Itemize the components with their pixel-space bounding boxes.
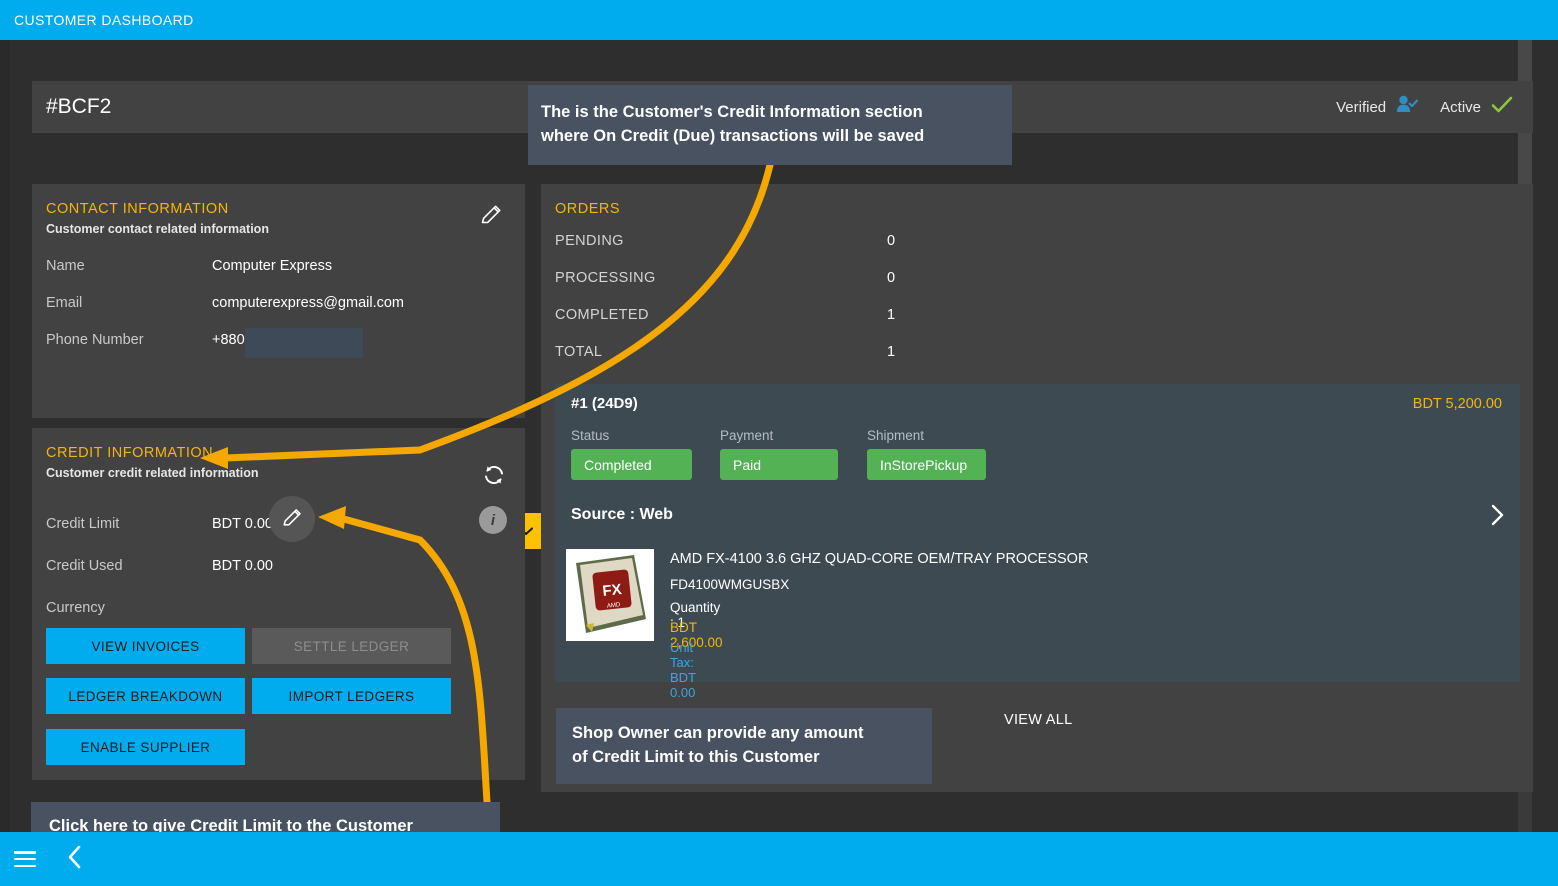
credit-currency-label: Currency bbox=[46, 600, 105, 616]
order-shipment-label: Shipment bbox=[867, 428, 925, 443]
product-name: AMD FX-4100 3.6 GHZ QUAD-CORE OEM/TRAY P… bbox=[670, 551, 1089, 567]
contact-email-label: Email bbox=[46, 295, 83, 311]
check-icon bbox=[1491, 95, 1513, 119]
enable-supplier-button[interactable]: ENABLE SUPPLIER bbox=[46, 729, 245, 765]
orders-completed-value: 1 bbox=[887, 307, 896, 323]
refresh-icon[interactable] bbox=[481, 462, 507, 488]
chevron-left-icon[interactable] bbox=[66, 844, 84, 875]
contact-phone-label: Phone Number bbox=[46, 332, 144, 348]
callout-credit-section: The is the Customer's Credit Information… bbox=[528, 85, 1012, 165]
view-invoices-button[interactable]: VIEW INVOICES bbox=[46, 628, 245, 664]
contact-name-label: Name bbox=[46, 258, 85, 274]
active-label: Active bbox=[1440, 98, 1481, 116]
credit-used-label: Credit Used bbox=[46, 558, 123, 574]
import-ledgers-label: IMPORT LEDGERS bbox=[288, 688, 415, 704]
order-amount: BDT 5,200.00 bbox=[1412, 396, 1502, 412]
hamburger-menu-icon[interactable] bbox=[14, 851, 36, 867]
order-payment-badge: Paid bbox=[720, 449, 838, 480]
orders-processing-label: PROCESSING bbox=[555, 270, 656, 286]
app-top-bar: CUSTOMER DASHBOARD bbox=[0, 0, 1558, 40]
settle-ledger-button: SETTLE LEDGER bbox=[252, 628, 451, 664]
app-bottom-bar bbox=[0, 832, 1558, 886]
product-thumbnail: FX AMD bbox=[566, 549, 654, 641]
order-number: #1 (24D9) bbox=[571, 395, 638, 412]
orders-pending-value: 0 bbox=[887, 233, 896, 249]
contact-phone-value: +880 bbox=[212, 332, 245, 348]
credit-information-card: CREDIT INFORMATION Customer credit relat… bbox=[32, 428, 525, 780]
order-payment-label: Payment bbox=[720, 428, 774, 443]
contact-information-title: CONTACT INFORMATION bbox=[46, 201, 229, 217]
enable-supplier-label: ENABLE SUPPLIER bbox=[80, 739, 211, 755]
view-invoices-label: VIEW INVOICES bbox=[91, 638, 200, 654]
verified-status: Verified bbox=[1336, 95, 1419, 119]
order-source: Source : Web bbox=[571, 506, 673, 523]
left-edge-strip bbox=[0, 40, 10, 832]
customer-id: #BCF2 bbox=[46, 95, 112, 118]
svg-text:FX: FX bbox=[602, 581, 623, 600]
pencil-icon bbox=[281, 506, 303, 533]
order-summary-box[interactable]: #1 (24D9) BDT 5,200.00 Status Payment Sh… bbox=[555, 384, 1520, 700]
import-ledgers-button[interactable]: IMPORT LEDGERS bbox=[252, 678, 451, 714]
right-edge-strip bbox=[1532, 40, 1558, 832]
ledger-breakdown-label: LEDGER BREAKDOWN bbox=[68, 688, 223, 704]
verified-label: Verified bbox=[1336, 98, 1387, 116]
phone-number-redaction bbox=[245, 328, 363, 358]
contact-email-value: computerexpress@gmail.com bbox=[212, 295, 405, 311]
edit-contact-pencil-icon[interactable] bbox=[479, 202, 503, 226]
contact-name-value: Computer Express bbox=[212, 258, 333, 274]
callout-credit-section-line1: The is the Customer's Credit Information… bbox=[541, 103, 923, 122]
order-status-badge: Completed bbox=[571, 449, 692, 480]
user-check-icon bbox=[1396, 95, 1419, 119]
contact-information-card: CONTACT INFORMATION Customer contact rel… bbox=[32, 184, 543, 549]
orders-pending-label: PENDING bbox=[555, 233, 624, 249]
view-all-orders-link[interactable]: VIEW ALL bbox=[1004, 712, 1073, 728]
credit-information-title: CREDIT INFORMATION bbox=[46, 445, 214, 461]
orders-processing-value: 0 bbox=[887, 270, 896, 286]
orders-completed-label: COMPLETED bbox=[555, 307, 649, 323]
credit-information-subtitle: Customer credit related information bbox=[46, 466, 259, 480]
credit-limit-label: Credit Limit bbox=[46, 516, 120, 532]
info-icon[interactable]: i bbox=[479, 506, 507, 534]
orders-total-value: 1 bbox=[887, 344, 896, 360]
order-status-label: Status bbox=[571, 428, 610, 443]
orders-card: ORDERS PENDING 0 PROCESSING 0 COMPLETED … bbox=[541, 184, 1533, 792]
callout-credit-section-line2: where On Credit (Due) transactions will … bbox=[541, 127, 925, 145]
settle-ledger-label: SETTLE LEDGER bbox=[293, 638, 410, 654]
order-shipment-badge: InStorePickup bbox=[867, 449, 986, 480]
credit-limit-value: BDT 0.00 bbox=[212, 516, 273, 532]
credit-used-value: BDT 0.00 bbox=[212, 558, 273, 574]
chevron-right-icon[interactable] bbox=[1490, 504, 1506, 531]
active-status: Active bbox=[1440, 95, 1513, 119]
callout-credit-limit-line2: of Credit Limit to this Customer bbox=[572, 748, 820, 766]
page-content: #BCF2 Verified Active CONTACT INFORMATIO… bbox=[0, 40, 1558, 851]
product-sku: FD4100WMGUSBX bbox=[670, 577, 790, 592]
page-title: CUSTOMER DASHBOARD bbox=[14, 12, 194, 28]
contact-information-subtitle: Customer contact related information bbox=[46, 222, 269, 236]
product-unit-tax: Unit Tax: BDT 0.00 bbox=[670, 640, 696, 700]
ledger-breakdown-button[interactable]: LEDGER BREAKDOWN bbox=[46, 678, 245, 714]
callout-credit-limit-line1: Shop Owner can provide any amount bbox=[572, 724, 864, 743]
header-status-group: Verified Active bbox=[1336, 95, 1513, 119]
orders-title: ORDERS bbox=[555, 201, 621, 217]
customer-dashboard-screen: CUSTOMER DASHBOARD #BCF2 Verified Active… bbox=[0, 0, 1558, 886]
edit-credit-limit-button[interactable] bbox=[269, 496, 315, 542]
callout-credit-limit-amount: Shop Owner can provide any amount of Cre… bbox=[556, 708, 932, 784]
orders-total-label: TOTAL bbox=[555, 344, 603, 360]
